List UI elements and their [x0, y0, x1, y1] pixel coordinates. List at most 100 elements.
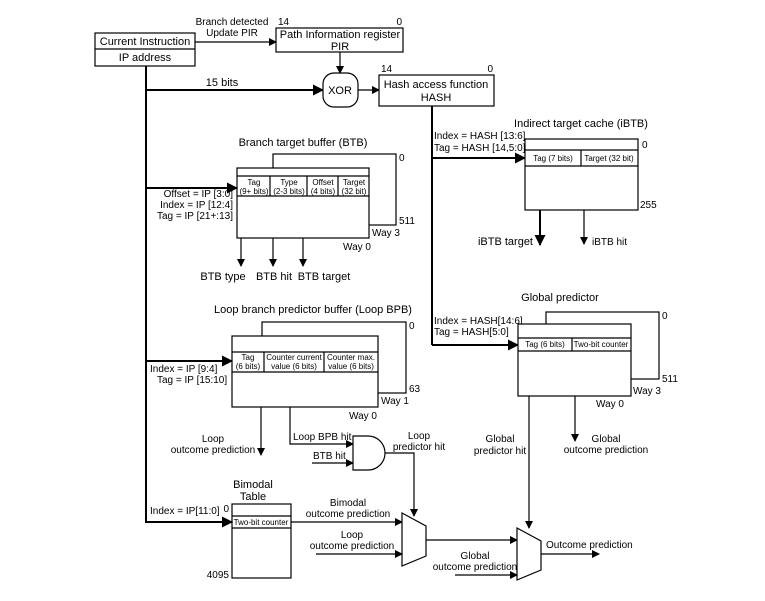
mux-1 — [401, 511, 427, 567]
btb-field-tag: Tag — [248, 178, 261, 187]
btb-field-tag-size: (9+ bits) — [239, 187, 268, 196]
global-way-back: Way 3 — [633, 386, 661, 397]
ip-address-field: IP address — [119, 52, 172, 64]
global-way-front: Way 0 — [596, 399, 624, 410]
btb-index-label: Index = IP [12:4] — [160, 200, 233, 211]
loop-bpb-block: Loop branch predictor buffer (Loop BPB) … — [146, 304, 445, 517]
btb-row-first: 0 — [399, 153, 405, 164]
btb-row-last: 511 — [399, 216, 415, 227]
ibtb-hit-output: iBTB hit — [592, 237, 627, 248]
loop-predictor-hit-label-1: Loop — [408, 431, 431, 442]
loop-field-counter-max-size: value (6 bits) — [328, 362, 374, 371]
pir-abbr: PIR — [331, 41, 349, 53]
ibtb-block: Indirect target cache (iBTB) Index = HAS… — [434, 118, 657, 248]
btb-field-target-size: (32 bit) — [342, 187, 367, 196]
ibtb-row-first: 0 — [642, 140, 648, 151]
mux-global-label-2: outcome prediction — [433, 562, 518, 573]
btb-hit-output: BTB hit — [256, 271, 292, 283]
ibtb-field-target: Target (32 bit) — [584, 154, 634, 163]
global-title: Global predictor — [521, 292, 599, 304]
and-gate — [352, 435, 386, 471]
global-hit-label-1: Global — [486, 434, 515, 445]
loop-outcome-label-1: Loop — [202, 434, 225, 445]
bimodal-field: Two-bit counter — [234, 518, 289, 527]
global-hit-label-2: predictor hit — [474, 446, 526, 457]
global-field-counter: Two-bit counter — [574, 340, 629, 349]
loop-row-first: 0 — [409, 321, 415, 332]
btb-type-output: BTB type — [200, 271, 245, 283]
pir-bit-high: 14 — [278, 17, 290, 28]
loop-field-tag-size: (6 bits) — [236, 362, 261, 371]
global-index-label: Index = HASH[14:6] — [434, 316, 523, 327]
pir-title: Path Information register — [280, 29, 401, 41]
mux-2 — [516, 526, 542, 581]
branch-predictor-diagram: Current Instruction IP address Branch de… — [94, 17, 678, 581]
pir-bit-low: 0 — [396, 17, 402, 28]
bimodal-row-first: 0 — [223, 504, 229, 515]
15-bits-label: 15 bits — [206, 77, 239, 89]
bimodal-title-1: Bimodal — [233, 479, 273, 491]
loop-field-counter-current: Counter current — [266, 353, 322, 362]
pir-block: Branch detected Update PIR 14 0 Path Inf… — [195, 17, 404, 74]
update-pir-label: Update PIR — [206, 28, 258, 39]
hash-abbr: HASH — [421, 92, 452, 104]
bimodal-index-label: Index = IP[11:0] — [150, 506, 220, 517]
bimodal-title-2: Table — [240, 491, 266, 503]
loop-bpb-hit-label: Loop BPB hit — [293, 432, 352, 443]
btb-tag-label: Tag = IP [21+:13] — [157, 211, 233, 222]
bimodal-table-block: Bimodal Table Two-bit counter 0 4095 Ind… — [145, 479, 403, 581]
btb-field-type: Type — [280, 178, 298, 187]
hash-bit-low: 0 — [487, 64, 493, 75]
xor-label: XOR — [328, 85, 352, 97]
btb-field-offset-size: (4 bits) — [311, 187, 336, 196]
global-outcome-label-1: Global — [592, 434, 621, 445]
global-row-last: 511 — [662, 374, 678, 385]
btb-block: Branch target buffer (BTB) Tag (9+ bits)… — [146, 137, 415, 283]
btb-field-target: Target — [343, 178, 366, 187]
btb-way-back: Way 3 — [372, 228, 400, 239]
btb-hit-and-input-label: BTB hit — [313, 451, 346, 462]
bimodal-outcome-label-1: Bimodal — [330, 498, 366, 509]
mux-loop-label-1: Loop — [341, 530, 364, 541]
ibtb-field-tag: Tag (7 bits) — [533, 154, 573, 163]
ibtb-row-last: 255 — [640, 200, 657, 211]
hash-block: 14 0 Hash access function HASH — [378, 64, 495, 107]
ibtb-index-label: Index = HASH [13:6] — [434, 131, 526, 142]
loop-outcome-label-2: outcome prediction — [171, 445, 256, 456]
loop-field-counter-max: Counter max. — [327, 353, 375, 362]
btb-offset-label: Offset = IP [3:0] — [164, 189, 234, 200]
hash-title: Hash access function — [384, 79, 489, 91]
loop-way-front: Way 0 — [349, 411, 377, 422]
loop-row-last: 63 — [409, 384, 421, 395]
bimodal-outcome-label-2: outcome prediction — [306, 509, 391, 520]
global-field-tag: Tag (6 bits) — [525, 340, 565, 349]
ibtb-title: Indirect target cache (iBTB) — [514, 118, 648, 130]
bimodal-row-last: 4095 — [207, 570, 230, 581]
global-outcome-label-2: outcome prediction — [564, 445, 649, 456]
ibtb-tag-label: Tag = HASH [14,5:0] — [434, 143, 526, 154]
loop-index-label: Index = IP [9:4] — [150, 364, 218, 375]
btb-way-front: Way 0 — [343, 242, 371, 253]
global-row-first: 0 — [662, 311, 668, 322]
btb-title: Branch target buffer (BTB) — [239, 137, 368, 149]
outcome-prediction-label: Outcome prediction — [546, 540, 633, 551]
mux-stage: Loop outcome prediction Global outcome p… — [310, 511, 633, 581]
btb-field-offset: Offset — [312, 178, 334, 187]
mux-global-label-1: Global — [461, 551, 490, 562]
current-instruction-block: Current Instruction IP address — [94, 32, 196, 67]
branch-detected-label: Branch detected — [196, 17, 269, 28]
loop-predictor-hit-label-2: predictor hit — [393, 442, 445, 453]
loop-field-counter-current-size: value (6 bits) — [271, 362, 317, 371]
current-instruction-title: Current Instruction — [100, 36, 190, 48]
global-predictor-block: Global predictor Index = HASH[14:6] Tag … — [434, 292, 678, 529]
hash-bit-high: 14 — [381, 64, 393, 75]
loop-field-tag: Tag — [242, 353, 255, 362]
global-tag-label: Tag = HASH[5:0] — [434, 327, 509, 338]
loop-tag-label: Tag = IP [15:10] — [157, 375, 227, 386]
loop-bpb-title: Loop branch predictor buffer (Loop BPB) — [214, 304, 412, 316]
mux-loop-label-2: outcome prediction — [310, 541, 395, 552]
loop-way-back: Way 1 — [381, 396, 409, 407]
btb-field-type-size: (2-3 bits) — [273, 187, 305, 196]
ibtb-target-output: iBTB target — [478, 236, 533, 248]
btb-target-output: BTB target — [298, 271, 351, 283]
